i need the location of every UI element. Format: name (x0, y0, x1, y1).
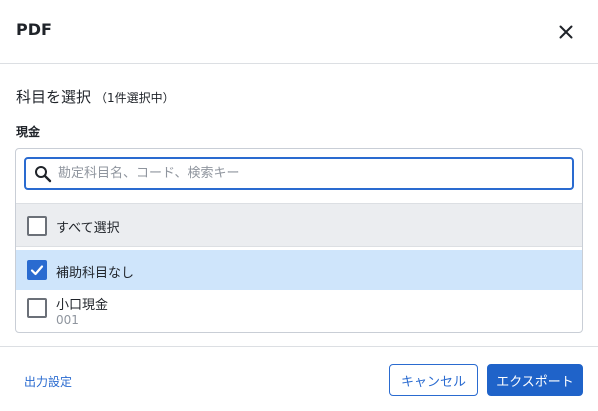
search-box (24, 157, 574, 190)
account-group-label: 現金 (16, 125, 41, 139)
checkmark-icon (30, 265, 44, 276)
footer-divider (0, 346, 598, 347)
dialog-title: PDF (16, 20, 52, 39)
list-item-code: 001 (56, 313, 79, 327)
output-settings-link[interactable]: 出力設定 (24, 373, 72, 390)
close-button[interactable] (552, 18, 580, 46)
close-icon (559, 25, 573, 39)
account-list-panel: すべて選択 補助科目なし 小口現金 001 (15, 148, 583, 333)
cancel-button[interactable]: キャンセル (389, 364, 478, 396)
selection-heading-text: 科目を選択 (16, 88, 92, 106)
search-icon (35, 166, 52, 183)
selection-count: （1件選択中） (95, 91, 175, 105)
select-all-checkbox[interactable] (27, 216, 47, 236)
list-item-label: 小口現金 (56, 298, 109, 313)
search-input[interactable] (58, 161, 558, 185)
pdf-export-dialog: PDF 科目を選択（1件選択中） 現金 すべて選択 (0, 0, 598, 411)
list-item-checkbox[interactable] (27, 298, 47, 318)
export-button[interactable]: エクスポート (487, 364, 583, 396)
dialog-header: PDF (0, 0, 598, 64)
list-item-label: 補助科目なし (56, 266, 135, 281)
selection-heading: 科目を選択 （1件選択中） (16, 86, 175, 107)
select-all-row[interactable]: すべて選択 (16, 203, 582, 247)
list-item[interactable]: 小口現金 001 (16, 290, 582, 332)
list-item-checkbox[interactable] (27, 260, 47, 280)
select-all-label: すべて選択 (56, 221, 120, 236)
list-item[interactable]: 補助科目なし (16, 250, 582, 290)
